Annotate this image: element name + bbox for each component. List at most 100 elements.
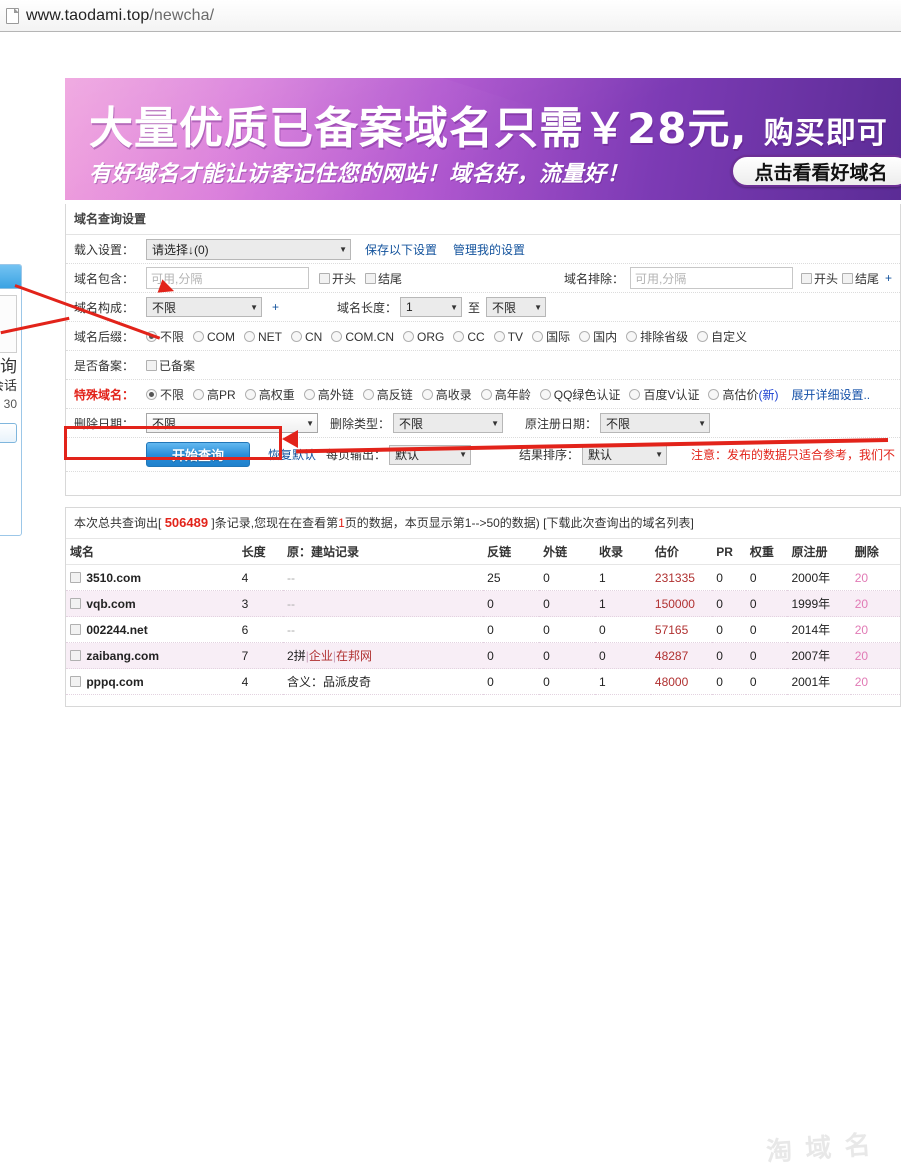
include-end-checkbox[interactable]: 结尾 xyxy=(365,270,402,287)
radio-icon xyxy=(579,331,590,342)
load-settings-select[interactable]: 请选择↓(0) ▼ xyxy=(146,239,351,260)
row-checkbox-icon[interactable] xyxy=(70,572,81,583)
cell-domain[interactable]: pppq.com xyxy=(66,669,238,695)
col-backlinks[interactable]: 反链 xyxy=(483,539,539,565)
reset-defaults-link[interactable]: 恢复默认 xyxy=(268,446,316,463)
suffix-option-4[interactable]: COM.CN xyxy=(331,330,394,344)
suffix-option-6[interactable]: CC xyxy=(453,330,484,344)
suffix-option-7[interactable]: TV xyxy=(494,330,523,344)
promo-banner[interactable]: 大量优质已备案域名只需￥28元, 购买即可 有好域名才能让访客记住您的网站！域名… xyxy=(65,78,901,200)
col-price[interactable]: 估价 xyxy=(651,539,712,565)
suffix-option-5[interactable]: ORG xyxy=(403,330,444,344)
sort-select[interactable]: 默认 ▼ xyxy=(582,445,667,465)
chat-widget-header[interactable] xyxy=(0,265,21,289)
include-start-checkbox[interactable]: 开头 xyxy=(319,270,356,287)
cell-price: 150000 xyxy=(651,591,712,617)
row-checkbox-icon[interactable] xyxy=(70,624,81,635)
chevron-down-icon: ▼ xyxy=(491,419,499,428)
col-indexed[interactable]: 收录 xyxy=(595,539,651,565)
domain-name[interactable]: 002244.net xyxy=(83,623,148,637)
radio-icon xyxy=(532,331,543,342)
col-delete[interactable]: 删除 xyxy=(851,539,900,565)
domain-name[interactable]: vqb.com xyxy=(83,597,136,611)
cell-domain[interactable]: zaibang.com xyxy=(66,643,238,669)
expand-detail-settings-link[interactable]: 展开详细设置.. xyxy=(791,386,870,403)
domain-length-from-select[interactable]: 1 ▼ xyxy=(400,297,462,317)
record-part-2[interactable]: 在邦网 xyxy=(336,649,372,663)
special-option-5[interactable]: 高收录 xyxy=(422,388,472,402)
domain-length-to-select[interactable]: 不限 ▼ xyxy=(486,297,546,317)
save-settings-link[interactable]: 保存以下设置 xyxy=(365,241,437,258)
chevron-down-icon: ▼ xyxy=(306,419,314,428)
suffix-option-9[interactable]: 国内 xyxy=(579,330,617,344)
delete-date-select[interactable]: 不限 ▼ xyxy=(146,413,318,433)
domain-include-input[interactable]: 可用,分隔 xyxy=(146,267,309,289)
per-page-select[interactable]: 默认 ▼ xyxy=(389,445,471,465)
domain-name[interactable]: zaibang.com xyxy=(83,649,159,663)
record-part-1[interactable]: 企业 xyxy=(309,649,333,663)
manage-settings-link[interactable]: 管理我的设置 xyxy=(453,241,525,258)
col-reg-year[interactable]: 原注册 xyxy=(787,539,850,565)
url-text[interactable]: www.taodami.top/newcha/ xyxy=(26,7,214,25)
special-option-0[interactable]: 不限 xyxy=(146,388,184,402)
add-compose-button[interactable]: + xyxy=(272,300,279,314)
cell-outlinks: 0 xyxy=(539,565,595,591)
cell-domain[interactable]: 3510.com xyxy=(66,565,238,591)
special-option-2[interactable]: 高权重 xyxy=(245,388,295,402)
special-option-9[interactable]: 高估价(新) xyxy=(708,388,778,402)
domain-compose-select[interactable]: 不限 ▼ xyxy=(146,297,262,317)
download-list-link[interactable]: [下载此次查询出的域名列表] xyxy=(543,516,694,530)
start-query-button[interactable]: 开始查询 xyxy=(146,442,250,467)
row-checkbox-icon[interactable] xyxy=(70,598,81,609)
table-row[interactable]: pppq.com4含义：品派皮奇00148000002001年20 xyxy=(66,669,900,695)
banner-cta-button[interactable]: 点击看看好域名 xyxy=(731,155,901,187)
suffix-option-8[interactable]: 国际 xyxy=(532,330,570,344)
table-row[interactable]: 002244.net6--00057165002014年20 xyxy=(66,617,900,643)
col-outlinks[interactable]: 外链 xyxy=(539,539,595,565)
radio-icon xyxy=(453,331,464,342)
chat-widget-button[interactable] xyxy=(0,423,17,443)
col-pr[interactable]: PR xyxy=(712,539,746,565)
special-option-6[interactable]: 高年龄 xyxy=(481,388,531,402)
table-row[interactable]: zaibang.com72拼|企业|在邦网00048287002007年20 xyxy=(66,643,900,669)
domain-name[interactable]: pppq.com xyxy=(83,675,144,689)
special-option-3[interactable]: 高外链 xyxy=(304,388,354,402)
suffix-option-2[interactable]: NET xyxy=(244,330,282,344)
chat-widget[interactable]: 询 会话 30 xyxy=(0,264,22,536)
special-option-8[interactable]: 百度V认证 xyxy=(629,388,699,402)
icp-record-checkbox[interactable]: 已备案 xyxy=(146,357,195,374)
row-checkbox-icon[interactable] xyxy=(70,650,81,661)
row-checkbox-icon[interactable] xyxy=(70,676,81,687)
special-option-4[interactable]: 高反链 xyxy=(363,388,413,402)
table-row[interactable]: vqb.com3--001150000001999年20 xyxy=(66,591,900,617)
col-domain[interactable]: 域名 xyxy=(66,539,238,565)
delete-type-select[interactable]: 不限 ▼ xyxy=(393,413,503,433)
domain-exclude-input[interactable]: 可用,分隔 xyxy=(630,267,793,289)
suffix-option-11[interactable]: 自定义 xyxy=(697,330,747,344)
cell-weight: 0 xyxy=(746,617,788,643)
suffix-option-label-10: 排除省级 xyxy=(640,330,688,344)
cell-domain[interactable]: 002244.net xyxy=(66,617,238,643)
domain-name[interactable]: 3510.com xyxy=(83,571,141,585)
cell-domain[interactable]: vqb.com xyxy=(66,591,238,617)
exclude-end-checkbox[interactable]: 结尾 xyxy=(842,270,879,287)
exclude-start-checkbox[interactable]: 开头 xyxy=(801,270,838,287)
radio-icon xyxy=(363,389,374,400)
suffix-option-3[interactable]: CN xyxy=(291,330,322,344)
col-weight[interactable]: 权重 xyxy=(746,539,788,565)
col-length[interactable]: 长度 xyxy=(238,539,283,565)
length-range-to-label: 至 xyxy=(468,299,480,316)
delete-type-value: 不限 xyxy=(399,415,423,432)
cell-backlinks: 25 xyxy=(483,565,539,591)
col-record[interactable]: 原：建站记录 xyxy=(283,539,483,565)
suffix-option-0[interactable]: 不限 xyxy=(146,330,184,344)
reg-date-select[interactable]: 不限 ▼ xyxy=(600,413,710,433)
browser-address-bar[interactable]: www.taodami.top/newcha/ xyxy=(0,0,901,32)
add-exclude-button[interactable]: + xyxy=(885,271,892,285)
table-row[interactable]: 3510.com4--2501231335002000年20 xyxy=(66,565,900,591)
suffix-option-label-8: 国际 xyxy=(546,330,570,344)
suffix-option-10[interactable]: 排除省级 xyxy=(626,330,688,344)
special-option-7[interactable]: QQ绿色认证 xyxy=(540,388,621,402)
suffix-option-1[interactable]: COM xyxy=(193,330,235,344)
special-option-1[interactable]: 高PR xyxy=(193,388,236,402)
